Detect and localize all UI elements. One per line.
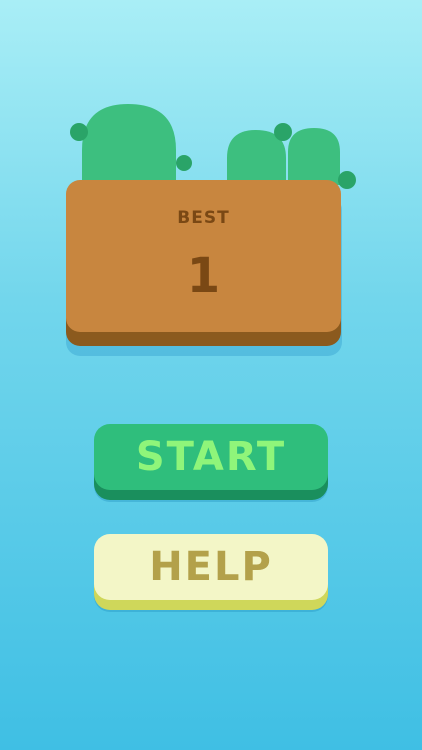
best-score-value: 1	[186, 248, 221, 304]
help-button[interactable]: HELP	[94, 534, 328, 600]
start-button[interactable]: START	[94, 424, 328, 490]
cactus-left	[70, 104, 192, 185]
menu-screen: BEST 1 START HELP	[0, 0, 422, 750]
best-score-label: BEST	[177, 208, 230, 228]
cactus-decoration	[70, 104, 356, 189]
scoreboard: BEST 1	[66, 180, 341, 332]
